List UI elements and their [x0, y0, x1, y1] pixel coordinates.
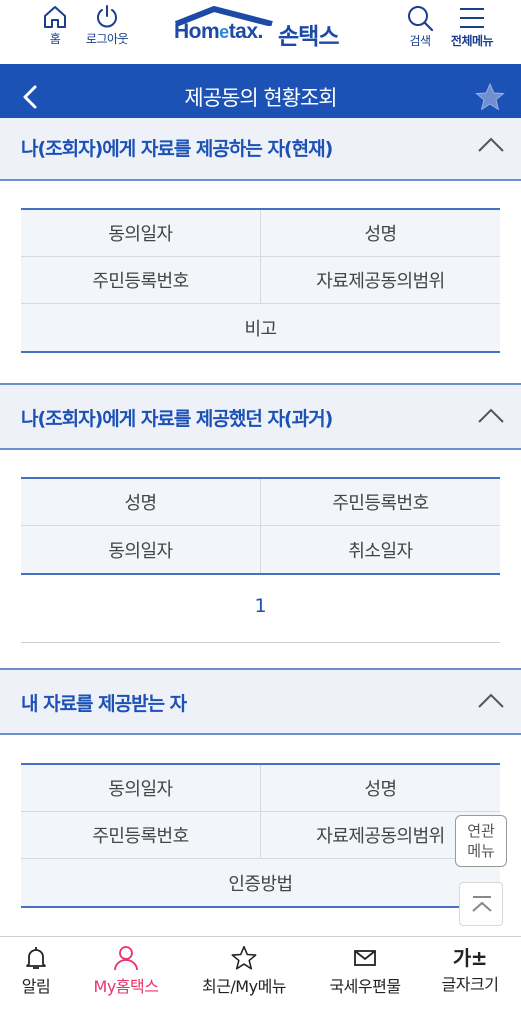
- related-menu-label-2: 메뉴: [467, 842, 495, 860]
- hamburger-icon: [460, 8, 484, 28]
- arrow-to-top-icon: [472, 896, 492, 912]
- section-title: 내 자료를 제공받는 자: [21, 693, 187, 715]
- top-header: 홈 로그아웃 Hometax. 손택스 검색 전체메뉴: [0, 0, 521, 64]
- nav-font-size[interactable]: 가± 글자크기: [434, 945, 506, 995]
- col-consent-scope: 자료제공동의범위: [260, 257, 500, 303]
- section-past-providers-header[interactable]: 나(조회자)에게 자료를 제공했던 자(과거): [0, 383, 521, 450]
- page-number[interactable]: 1: [254, 595, 266, 617]
- section-title: 나(조회자)에게 자료를 제공하는 자(현재): [21, 138, 333, 160]
- bottom-navigation: 알림 My홈택스 최근/My메뉴 국세우편물 가± 글자크기: [0, 936, 521, 1024]
- envelope-icon: [354, 950, 376, 966]
- past-providers-table: 성명 주민등록번호 동의일자 취소일자: [21, 477, 500, 575]
- search-label: 검색: [409, 34, 431, 48]
- home-icon: [44, 6, 66, 28]
- logout-label: 로그아웃: [85, 32, 129, 46]
- table-row: 주민등록번호 자료제공동의범위: [21, 257, 500, 304]
- current-providers-table: 동의일자 성명 주민등록번호 자료제공동의범위 비고: [21, 208, 500, 353]
- logout-button[interactable]: 로그아웃: [76, 4, 138, 47]
- section-recipients-header[interactable]: 내 자료를 제공받는 자: [0, 668, 521, 735]
- col-name: 성명: [260, 210, 500, 256]
- col-resident-number: 주민등록번호: [260, 479, 500, 525]
- bell-icon: [26, 947, 46, 969]
- table-row: 동의일자 취소일자: [21, 526, 500, 573]
- chevron-up-icon[interactable]: [477, 407, 505, 429]
- col-cancel-date: 취소일자: [260, 526, 500, 573]
- nav-my-hometax[interactable]: My홈택스: [86, 945, 166, 997]
- nav-mail[interactable]: 국세우편물: [322, 945, 408, 997]
- pagination: 1: [21, 577, 500, 643]
- logo-text: Hometax.: [174, 20, 263, 43]
- nav-my-hometax-label: My홈택스: [93, 977, 159, 996]
- col-name: 성명: [260, 765, 500, 811]
- nav-recent[interactable]: 최근/My메뉴: [194, 945, 294, 997]
- power-icon: [97, 5, 117, 28]
- col-remarks: 비고: [21, 304, 500, 351]
- nav-recent-label: 최근/My메뉴: [201, 977, 287, 996]
- table-row: 주민등록번호 자료제공동의범위: [21, 812, 500, 859]
- page-title: 제공동의 현황조회: [184, 86, 337, 110]
- section-current-providers-header[interactable]: 나(조회자)에게 자료를 제공하는 자(현재): [0, 118, 521, 181]
- chevron-up-icon[interactable]: [477, 692, 505, 714]
- nav-mail-label: 국세우편물: [329, 977, 401, 996]
- home-button[interactable]: 홈: [40, 4, 70, 47]
- favorite-button[interactable]: [475, 82, 505, 116]
- col-consent-date: 동의일자: [21, 526, 260, 573]
- nav-alarm[interactable]: 알림: [16, 945, 56, 997]
- related-menu-button[interactable]: 연관 메뉴: [455, 815, 507, 867]
- star-icon: [475, 82, 505, 111]
- table-row: 동의일자 성명: [21, 765, 500, 812]
- nav-font-size-label: 글자크기: [441, 975, 499, 994]
- all-menu-label: 전체메뉴: [450, 34, 494, 48]
- col-resident-number: 주민등록번호: [21, 812, 260, 858]
- scroll-top-button[interactable]: [459, 882, 503, 926]
- table-row: 비고: [21, 304, 500, 351]
- logo-brand: 손택스: [278, 24, 339, 50]
- search-button[interactable]: 검색: [402, 4, 438, 49]
- col-auth-method: 인증방법: [21, 859, 500, 906]
- all-menu-button[interactable]: 전체메뉴: [444, 4, 500, 49]
- star-outline-icon: [231, 945, 257, 970]
- section-title: 나(조회자)에게 자료를 제공했던 자(과거): [21, 408, 333, 430]
- chevron-up-icon[interactable]: [477, 136, 505, 158]
- col-name: 성명: [21, 479, 260, 525]
- recipients-table: 동의일자 성명 주민등록번호 자료제공동의범위 인증방법: [21, 763, 500, 908]
- col-consent-date: 동의일자: [21, 765, 260, 811]
- table-row: 성명 주민등록번호: [21, 479, 500, 526]
- search-icon: [408, 6, 434, 32]
- home-label: 홈: [49, 32, 61, 46]
- col-resident-number: 주민등록번호: [21, 257, 260, 303]
- table-row: 인증방법: [21, 859, 500, 906]
- hometax-logo[interactable]: Hometax. 손택스: [170, 6, 360, 50]
- table-row: 동의일자 성명: [21, 210, 500, 257]
- related-menu-label-1: 연관: [467, 822, 495, 840]
- font-size-icon: 가±: [452, 946, 488, 970]
- col-consent-date: 동의일자: [21, 210, 260, 256]
- nav-alarm-label: 알림: [21, 977, 51, 996]
- user-icon: [114, 946, 138, 971]
